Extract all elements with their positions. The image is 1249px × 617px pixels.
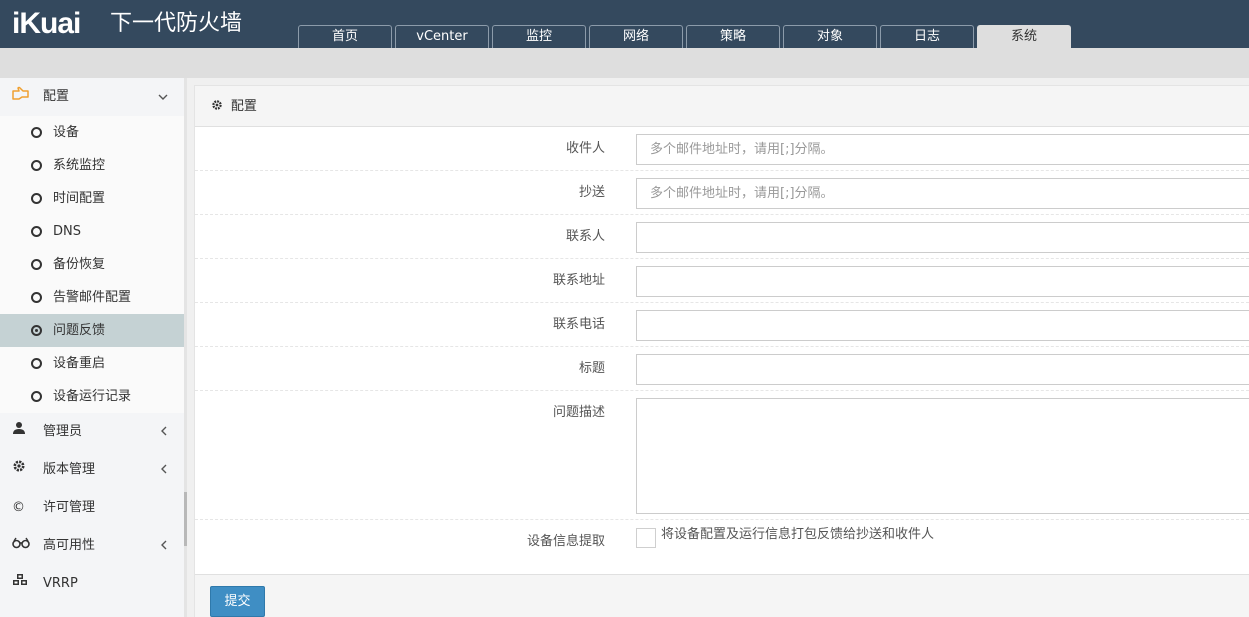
feedback-panel: 配置 收件人 抄送 联系人 联系地址 联系电话 标题 问题描述 设备信息提取 将… (194, 85, 1249, 617)
submit-button[interactable]: 提交 (210, 586, 265, 617)
form-row-description: 问题描述 (195, 391, 1249, 520)
sub-toolbar (0, 48, 1249, 78)
sidebar-item-feedback[interactable]: 问题反馈 (0, 314, 184, 347)
sidebar-group-license[interactable]: © 许可管理 (0, 489, 184, 527)
form-row-recipient: 收件人 (195, 127, 1249, 171)
sidebar-item-dns[interactable]: DNS (0, 215, 184, 248)
tab-object[interactable]: 对象 (783, 25, 877, 49)
main-nav: 首页 vCenter 监控 网络 策略 对象 日志 系统 (298, 25, 1071, 49)
chevron-left-icon (160, 527, 168, 565)
hand-pointer-icon (12, 78, 32, 116)
panel-footer: 提交 (195, 574, 1249, 617)
panel-header: 配置 (195, 86, 1249, 127)
sidebar-group-vrrp[interactable]: VRRP (0, 565, 184, 603)
sidebar-item-label: 设备运行记录 (53, 389, 132, 404)
sidebar-item-device[interactable]: 设备 (0, 116, 184, 149)
sidebar-item-device-reboot[interactable]: 设备重启 (0, 347, 184, 380)
sidebar-group-admin[interactable]: 管理员 (0, 413, 184, 451)
radio-circle-icon (31, 358, 42, 369)
sidebar-submenu-config: 设备 系统监控 时间配置 DNS 备份恢复 告警邮件配置 问题反馈 设备重启 设… (0, 116, 184, 413)
binoculars-icon (12, 527, 32, 565)
sidebar-group-label: 配置 (43, 89, 70, 104)
sidebar-item-label: 系统监控 (53, 158, 106, 173)
radio-circle-icon (31, 160, 42, 171)
cubes-icon (12, 565, 32, 603)
device-info-label: 设备信息提取 (526, 534, 605, 549)
radio-circle-icon (31, 292, 42, 303)
radio-circle-icon (31, 391, 42, 402)
radio-circle-icon (31, 193, 42, 204)
subject-input[interactable] (636, 354, 1249, 385)
gear-icon (12, 451, 32, 489)
copyright-icon: © (12, 500, 25, 515)
sidebar-item-label: 时间配置 (53, 191, 106, 206)
sidebar-group-label: 管理员 (43, 424, 83, 439)
form-row-contact: 联系人 (195, 215, 1249, 259)
device-info-checkbox-text: 将设备配置及运行信息打包反馈给抄送和收件人 (661, 527, 935, 542)
sidebar-group-label: 版本管理 (43, 462, 96, 477)
form-row-device-info: 设备信息提取 将设备配置及运行信息打包反馈给抄送和收件人 (195, 520, 1249, 568)
chevron-down-icon (158, 78, 168, 116)
sidebar-group-ha[interactable]: 高可用性 (0, 527, 184, 565)
sidebar-item-label: 问题反馈 (53, 323, 106, 338)
sidebar-group-label: 许可管理 (43, 500, 96, 515)
description-label: 问题描述 (552, 405, 605, 420)
description-textarea[interactable] (636, 398, 1249, 514)
sidebar-item-device-log[interactable]: 设备运行记录 (0, 380, 184, 413)
sidebar-group-config[interactable]: 配置 (0, 78, 184, 116)
contact-input[interactable] (636, 222, 1249, 253)
sidebar-item-label: 设备 (53, 125, 80, 140)
address-input[interactable] (636, 266, 1249, 297)
cc-input[interactable] (636, 178, 1249, 209)
address-label: 联系地址 (552, 273, 605, 288)
sidebar-group-version[interactable]: 版本管理 (0, 451, 184, 489)
sidebar-group-label: VRRP (43, 576, 78, 591)
recipient-label: 收件人 (565, 141, 605, 156)
cc-label: 抄送 (578, 185, 605, 200)
sidebar-item-label: 设备重启 (53, 356, 106, 371)
tab-home[interactable]: 首页 (298, 25, 392, 49)
tab-network[interactable]: 网络 (589, 25, 683, 49)
sidebar: 配置 设备 系统监控 时间配置 DNS 备份恢复 告警邮件配置 问题反馈 设备重… (0, 78, 184, 617)
tab-system[interactable]: 系统 (977, 25, 1071, 49)
phone-input[interactable] (636, 310, 1249, 341)
radio-circle-icon (31, 259, 42, 270)
tab-vcenter[interactable]: vCenter (395, 25, 489, 49)
gear-icon (211, 99, 227, 113)
recipient-input[interactable] (636, 134, 1249, 165)
top-header: iKuai 下一代防火墙 首页 vCenter 监控 网络 策略 对象 日志 系… (0, 0, 1249, 49)
sidebar-group-label: 高可用性 (43, 538, 96, 553)
tab-policy[interactable]: 策略 (686, 25, 780, 49)
sidebar-item-label: DNS (53, 224, 81, 239)
ikuai-logo: iKuai (12, 7, 81, 40)
form-row-phone: 联系电话 (195, 303, 1249, 347)
sidebar-item-backup-restore[interactable]: 备份恢复 (0, 248, 184, 281)
form-row-cc: 抄送 (195, 171, 1249, 215)
sidebar-item-alert-mail[interactable]: 告警邮件配置 (0, 281, 184, 314)
tab-monitor[interactable]: 监控 (492, 25, 586, 49)
product-name: 下一代防火墙 (110, 11, 243, 36)
radio-dot-icon (31, 325, 42, 336)
user-icon (12, 413, 32, 451)
tab-log[interactable]: 日志 (880, 25, 974, 49)
chevron-left-icon (160, 413, 168, 451)
sidebar-item-label: 备份恢复 (53, 257, 106, 272)
form-row-address: 联系地址 (195, 259, 1249, 303)
contact-label: 联系人 (565, 229, 605, 244)
sidebar-item-time-config[interactable]: 时间配置 (0, 182, 184, 215)
form-row-subject: 标题 (195, 347, 1249, 391)
device-info-checkbox[interactable] (636, 528, 656, 548)
sidebar-item-system-monitor[interactable]: 系统监控 (0, 149, 184, 182)
chevron-left-icon (160, 451, 168, 489)
sidebar-item-label: 告警邮件配置 (53, 290, 132, 305)
radio-circle-icon (31, 127, 42, 138)
phone-label: 联系电话 (552, 317, 605, 332)
radio-circle-icon (31, 226, 42, 237)
panel-title: 配置 (230, 99, 257, 114)
subject-label: 标题 (578, 361, 605, 376)
